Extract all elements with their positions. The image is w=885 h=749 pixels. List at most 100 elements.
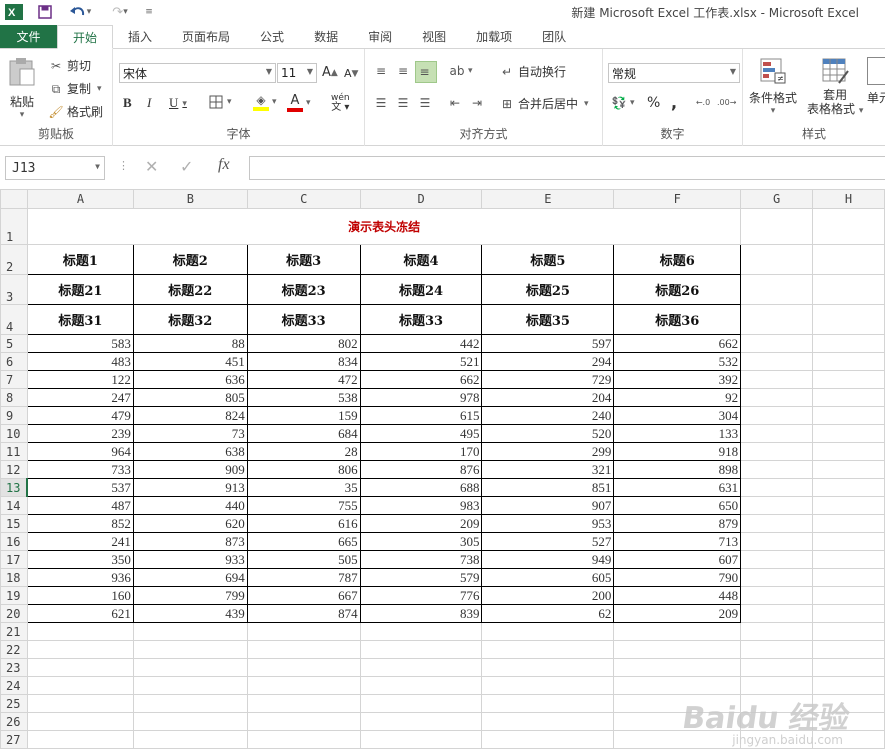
row-header[interactable]: 26 [0,712,28,731]
column-header[interactable]: H [812,189,885,209]
cell[interactable] [246,694,361,713]
tab-insert[interactable]: 插入 [113,25,167,48]
cell[interactable] [481,640,615,659]
data-cell[interactable]: 949 [481,550,615,569]
cell[interactable] [812,676,885,695]
data-cell[interactable]: 650 [613,496,742,515]
row-header[interactable]: 12 [0,460,28,479]
formula-input[interactable] [249,156,885,180]
cell[interactable] [812,514,885,533]
header-cell[interactable]: 标题1 [26,244,134,275]
data-cell[interactable]: 35 [246,478,361,497]
row-header[interactable]: 16 [0,532,28,551]
row-header[interactable]: 17 [0,550,28,569]
cell[interactable] [481,694,615,713]
cell[interactable] [740,352,814,371]
percent-style-button[interactable]: % [647,95,660,111]
data-cell[interactable]: 953 [481,514,615,533]
row-header[interactable]: 19 [0,586,28,605]
data-cell[interactable]: 636 [132,370,248,389]
cell[interactable] [740,676,814,695]
data-cell[interactable]: 88 [132,334,248,353]
data-cell[interactable]: 688 [359,478,483,497]
cell[interactable] [740,304,814,335]
row-header[interactable]: 11 [0,442,28,461]
tab-file[interactable]: 文件 [0,25,57,48]
copy-button[interactable]: ⧉ 复制 ▾ [48,80,102,97]
row-header[interactable]: 20 [0,604,28,623]
increase-indent-button[interactable]: ⇥ [469,95,488,111]
cell[interactable] [812,604,885,623]
data-cell[interactable]: 933 [132,550,248,569]
align-middle-button[interactable]: ≡ [395,63,414,79]
cell[interactable] [740,244,814,275]
cell[interactable] [812,208,885,245]
data-cell[interactable]: 913 [132,478,248,497]
cell[interactable] [613,622,742,641]
cell[interactable] [812,658,885,677]
cell[interactable] [246,676,361,695]
header-cell[interactable]: 标题5 [481,244,615,275]
decrease-indent-button[interactable]: ⇤ [447,95,466,111]
header-cell[interactable]: 标题33 [359,304,483,335]
row-header[interactable]: 6 [0,352,28,371]
row-header[interactable]: 18 [0,568,28,587]
data-cell[interactable]: 304 [613,406,742,425]
cell[interactable] [740,478,814,497]
data-cell[interactable]: 667 [246,586,361,605]
cell[interactable] [812,496,885,515]
data-cell[interactable]: 200 [481,586,615,605]
data-cell[interactable]: 92 [613,388,742,407]
data-cell[interactable]: 209 [359,514,483,533]
header-cell[interactable]: 标题2 [132,244,248,275]
tab-addins[interactable]: 加载项 [461,25,527,48]
cell[interactable] [812,406,885,425]
align-right-button[interactable]: ☰ [417,95,436,111]
borders-button[interactable]: ▾ [209,95,232,109]
tab-team[interactable]: 团队 [527,25,581,48]
data-cell[interactable]: 665 [246,532,361,551]
data-cell[interactable]: 483 [26,352,134,371]
cell[interactable] [359,640,483,659]
data-cell[interactable]: 621 [26,604,134,623]
italic-button[interactable]: I [147,95,151,111]
header-cell[interactable]: 标题22 [132,274,248,305]
cell[interactable] [481,622,615,641]
row-header[interactable]: 9 [0,406,28,425]
data-cell[interactable]: 802 [246,334,361,353]
data-cell[interactable]: 824 [132,406,248,425]
row-header[interactable]: 21 [0,622,28,641]
cell[interactable] [740,334,814,353]
worksheet-grid[interactable]: A B C D E F G H 1 演示表头冻结 2 标题1 标题2 标题3 标题4 标题5 标题6 3 标题21 标… [0,189,885,749]
header-cell[interactable]: 标题25 [481,274,615,305]
cell[interactable] [26,730,134,749]
row-header[interactable]: 22 [0,640,28,659]
data-cell[interactable]: 597 [481,334,615,353]
cell[interactable] [740,568,814,587]
cell[interactable] [26,712,134,731]
data-cell[interactable]: 472 [246,370,361,389]
row-header[interactable]: 4 [0,304,28,335]
data-cell[interactable]: 439 [132,604,248,623]
data-cell[interactable]: 879 [613,514,742,533]
cell[interactable] [812,370,885,389]
cell[interactable] [359,676,483,695]
data-cell[interactable]: 918 [613,442,742,461]
align-top-button[interactable]: ≡ [373,63,392,79]
data-cell[interactable]: 839 [359,604,483,623]
cell[interactable] [740,550,814,569]
data-cell[interactable]: 978 [359,388,483,407]
cut-button[interactable]: ✂ 剪切 [48,57,91,74]
header-cell[interactable]: 标题6 [613,244,742,275]
cell[interactable] [740,604,814,623]
data-cell[interactable]: 755 [246,496,361,515]
data-cell[interactable]: 73 [132,424,248,443]
insert-function-icon[interactable]: fx [218,156,230,174]
data-cell[interactable]: 638 [132,442,248,461]
data-cell[interactable]: 294 [481,352,615,371]
data-cell[interactable]: 28 [246,442,361,461]
data-cell[interactable]: 240 [481,406,615,425]
cell[interactable] [812,388,885,407]
header-cell[interactable]: 标题4 [359,244,483,275]
cell[interactable] [132,622,248,641]
